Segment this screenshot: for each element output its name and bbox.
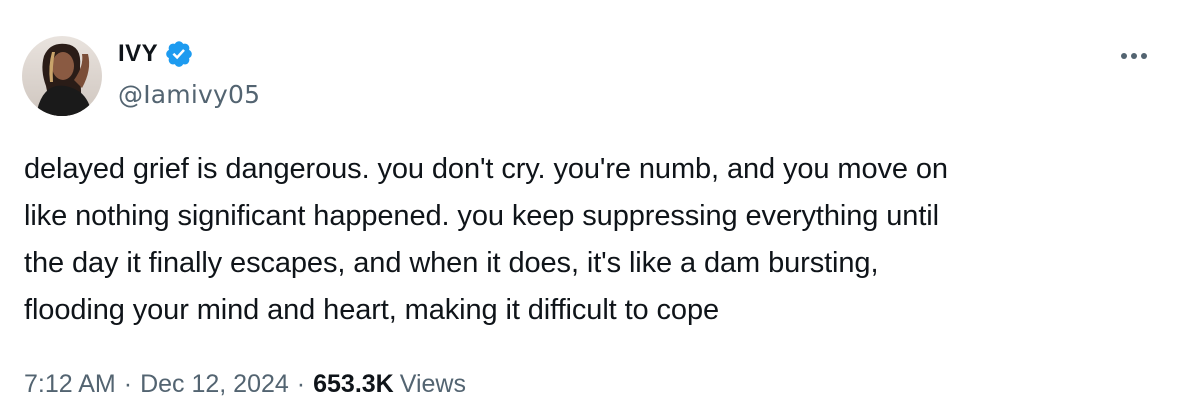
display-name[interactable]: IVY (118, 40, 158, 68)
avatar-image (22, 36, 102, 116)
tweet-date[interactable]: Dec 12, 2024 (140, 370, 289, 399)
avatar[interactable] (22, 36, 102, 116)
author-name-row: IVY (118, 38, 194, 70)
tweet-metadata: 7:12 AM · Dec 12, 2024 · 653.3K Views (24, 370, 466, 399)
more-horizontal-icon (1121, 53, 1147, 59)
meta-separator: · (123, 370, 133, 398)
views-count: 653.3K (313, 370, 394, 398)
meta-separator: · (296, 370, 306, 398)
tweet-text: delayed grief is dangerous. you don't cr… (24, 153, 948, 326)
verified-badge-icon (164, 39, 194, 69)
tweet-time[interactable]: 7:12 AM (24, 370, 116, 399)
author-handle[interactable]: @Iamivy05 (118, 80, 260, 109)
views-label: Views (399, 370, 466, 398)
tweet-card: IVY @Iamivy05 delayed grief is dangerous… (0, 0, 1182, 416)
more-options-button[interactable] (1114, 46, 1154, 66)
